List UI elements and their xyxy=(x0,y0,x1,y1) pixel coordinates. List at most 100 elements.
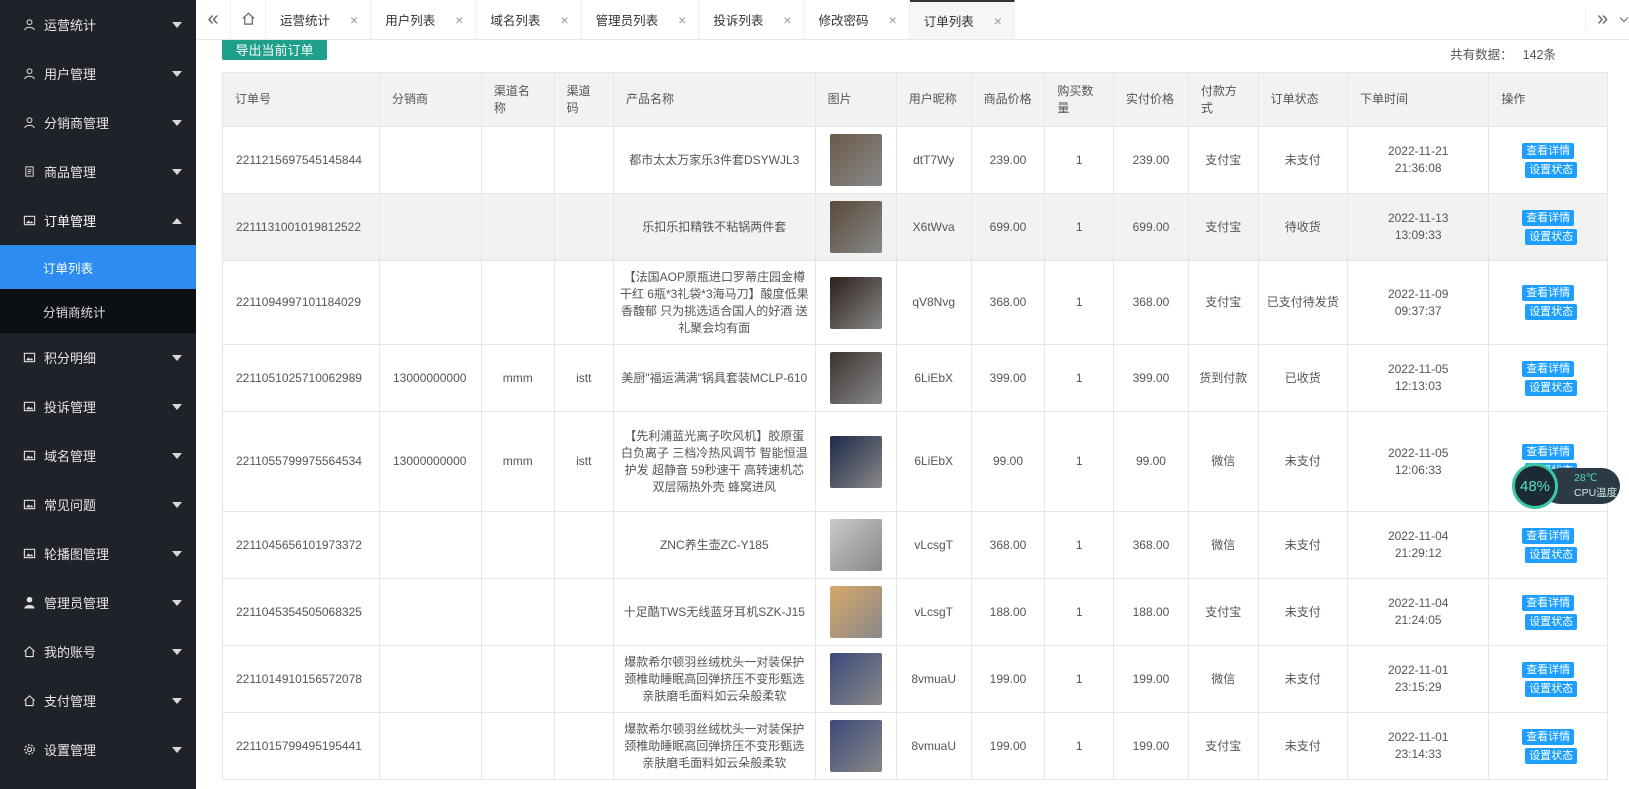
sidebar-item[interactable]: 我的账号 xyxy=(0,627,196,676)
view-detail-button[interactable]: 查看详情 xyxy=(1522,360,1575,377)
table-row: 2211045354505068325 十足酷TWS无线蓝牙耳机SZK-J15 vL… xyxy=(222,578,1608,646)
set-status-button[interactable]: 设置状态 xyxy=(1525,379,1578,396)
caret-down-icon xyxy=(172,21,182,28)
sidebar-item[interactable]: 管理员管理 xyxy=(0,578,196,627)
product-thumbnail[interactable] xyxy=(829,653,882,705)
tab[interactable]: 管理员列表 × xyxy=(582,0,700,39)
close-icon[interactable]: × xyxy=(560,12,568,28)
sidebar-item[interactable]: 商品管理 xyxy=(0,147,196,196)
tab[interactable]: 投诉列表 × xyxy=(699,0,805,39)
table-row: 2211015799495195441 爆款希尔顿羽丝绒枕头一对装保护颈椎助睡眠高… xyxy=(222,712,1608,780)
sidebar-item[interactable]: 投诉管理 xyxy=(0,382,196,431)
orders-table: 订单号 分销商 渠道名称 渠道码 产品名称 图片 用户昵称 商品价格 购买数量 实付价格 付款方式订… xyxy=(222,72,1608,780)
view-detail-button[interactable]: 查看详情 xyxy=(1522,594,1575,611)
set-status-button[interactable]: 设置状态 xyxy=(1525,546,1578,563)
sidebar-subitem[interactable]: 订单列表 xyxy=(0,245,196,289)
tabs-scroll-right-button[interactable]: » xyxy=(1585,8,1619,31)
status-cell: 未支付 xyxy=(1257,511,1348,579)
view-detail-button[interactable]: 查看详情 xyxy=(1522,444,1575,460)
tab[interactable]: 订单列表 × xyxy=(909,0,1015,39)
set-status-button[interactable]: 设置状态 xyxy=(1525,304,1578,320)
order-time: 09:37:37 xyxy=(1394,303,1442,318)
close-icon[interactable]: × xyxy=(889,12,897,28)
sidebar-item[interactable]: 积分明细 xyxy=(0,333,196,382)
tab[interactable]: 运营统计 × xyxy=(266,0,372,39)
quantity-cell: 1 xyxy=(1044,712,1115,780)
sidebar-item[interactable]: 运营统计 xyxy=(0,0,196,49)
set-status-button[interactable]: 设置状态 xyxy=(1525,228,1578,245)
column-header: 实付价格 xyxy=(1113,72,1189,127)
image-icon xyxy=(22,498,36,512)
price-cell: 188.00 xyxy=(970,578,1046,646)
total-label: 共有数据： xyxy=(1450,48,1513,62)
sidebar-item[interactable]: 订单管理 xyxy=(0,196,196,245)
sidebar-subitem[interactable]: 分销商统计 xyxy=(0,289,196,333)
sidebar-item[interactable]: 轮播图管理 xyxy=(0,529,196,578)
product-thumbnail[interactable] xyxy=(829,586,882,638)
channel-name-cell: mmm xyxy=(480,344,555,412)
order-time-cell: 2022-11-01 23:14:33 xyxy=(1346,712,1490,780)
view-detail-button[interactable]: 查看详情 xyxy=(1522,142,1575,159)
tabs-scroll-left-button[interactable]: « xyxy=(196,0,230,39)
person-icon xyxy=(22,596,36,610)
set-status-button[interactable]: 设置状态 xyxy=(1525,161,1578,178)
sidebar-item-label: 域名管理 xyxy=(44,449,97,464)
set-status-button[interactable]: 设置状态 xyxy=(1525,613,1578,630)
sidebar-item[interactable]: 域名管理 xyxy=(0,431,196,480)
product-thumbnail[interactable] xyxy=(829,201,882,253)
product-thumbnail[interactable] xyxy=(829,352,882,404)
actions-cell: 查看详情设置状态 xyxy=(1488,511,1608,579)
view-detail-button[interactable]: 查看详情 xyxy=(1522,209,1575,226)
sidebar-item[interactable]: 分销商管理 xyxy=(0,98,196,147)
close-icon[interactable]: × xyxy=(783,12,791,28)
tab[interactable]: 用户列表 × xyxy=(371,0,477,39)
nickname-cell: 8vmuaU xyxy=(895,712,972,780)
close-icon[interactable]: × xyxy=(994,13,1002,29)
pay-method-cell: 微信 xyxy=(1187,645,1259,713)
close-icon[interactable]: × xyxy=(455,12,463,28)
nickname-cell: 6LiEbX xyxy=(895,411,972,512)
caret-down-icon xyxy=(172,550,182,557)
set-status-button[interactable]: 设置状态 xyxy=(1525,680,1578,697)
order-number-cell: 2211215697545145844 xyxy=(222,126,380,194)
pay-method-cell: 微信 xyxy=(1187,511,1259,579)
tab-label: 用户列表 xyxy=(385,14,436,28)
close-icon[interactable]: × xyxy=(350,12,358,28)
product-thumbnail[interactable] xyxy=(829,276,882,329)
cpu-temperature-widget[interactable]: 28℃ CPU温度 48% xyxy=(1512,463,1620,509)
tab[interactable]: 修改密码 × xyxy=(805,0,910,39)
product-thumbnail[interactable] xyxy=(829,519,882,571)
gear-icon xyxy=(22,743,36,757)
view-detail-button[interactable]: 查看详情 xyxy=(1522,728,1575,745)
view-detail-button[interactable]: 查看详情 xyxy=(1522,661,1575,678)
quantity-cell: 1 xyxy=(1044,645,1115,713)
user-icon xyxy=(22,116,36,130)
price-cell: 368.00 xyxy=(970,260,1046,345)
set-status-button[interactable]: 设置状态 xyxy=(1525,747,1578,764)
product-thumbnail[interactable] xyxy=(829,435,882,488)
product-thumbnail[interactable] xyxy=(829,720,882,772)
pay-method-cell: 支付宝 xyxy=(1187,712,1259,780)
file-icon xyxy=(22,165,36,179)
sidebar-item[interactable]: 支付管理 xyxy=(0,676,196,725)
nickname-cell: X6tWva xyxy=(895,193,972,261)
table-row: 2211055799975564534 13000000000 mmm istt 【先利… xyxy=(222,411,1608,512)
sidebar-item[interactable]: 用户管理 xyxy=(0,49,196,98)
sidebar-item[interactable]: 常见问题 xyxy=(0,480,196,529)
sidebar-item-label: 支付管理 xyxy=(44,694,97,709)
product-thumbnail[interactable] xyxy=(829,134,882,186)
tab-label: 域名列表 xyxy=(490,14,541,28)
home-tab[interactable] xyxy=(230,0,266,39)
view-detail-button[interactable]: 查看详情 xyxy=(1522,285,1575,301)
close-icon[interactable]: × xyxy=(678,12,686,28)
tab-list: 运营统计 × 用户列表 × 域名列表 × 管理员列表 × 投诉列表 × 修改密码 × 订单列表 × xyxy=(266,0,1015,39)
order-time-cell: 2022-11-09 09:37:37 xyxy=(1346,260,1490,345)
sidebar-item[interactable]: 设置管理 xyxy=(0,725,196,774)
sidebar: 运营统计 用户管理 分销商管理 商品管理 订单管理 订单列表 分销商统计 积分明细 投诉管理域名… xyxy=(0,0,196,789)
cpu-temp: 28℃ xyxy=(1574,472,1598,484)
distributor-cell xyxy=(379,511,482,579)
tabs-menu-button[interactable] xyxy=(1619,13,1629,22)
export-orders-button[interactable]: 导出当前订单 xyxy=(222,40,327,60)
tab[interactable]: 域名列表 × xyxy=(476,0,582,39)
view-detail-button[interactable]: 查看详情 xyxy=(1522,527,1575,544)
